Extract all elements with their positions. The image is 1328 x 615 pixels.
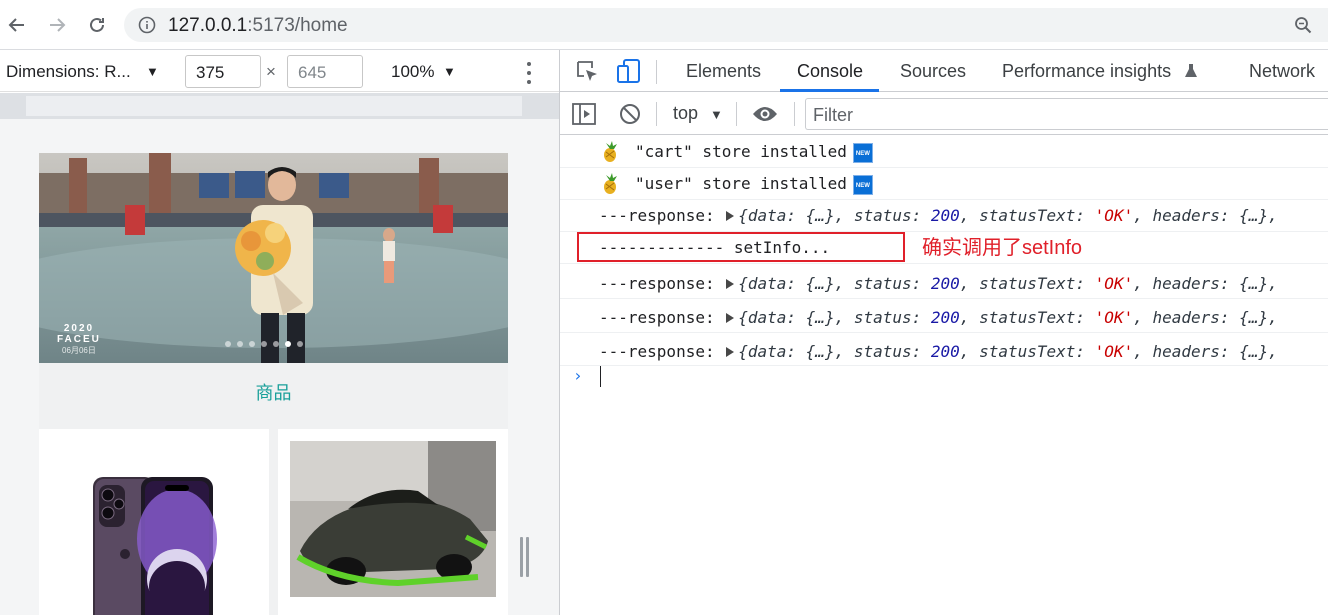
- tab-network[interactable]: Network: [1249, 61, 1315, 82]
- more-options-icon[interactable]: [520, 60, 538, 86]
- console-message: "user" store installed NEW: [560, 168, 1328, 200]
- phone-product-image: [93, 477, 217, 615]
- banner-carousel[interactable]: 2020 FACEU 06月06日: [39, 153, 508, 363]
- console-toolbar: top ▼ Filter: [560, 93, 1328, 135]
- zoom-icon[interactable]: [1294, 16, 1312, 39]
- banner-watermark: 2020 FACEU 06月06日: [57, 323, 101, 355]
- product-card[interactable]: [278, 429, 508, 615]
- sidebar-toggle-icon[interactable]: [572, 103, 596, 130]
- browser-toolbar: 127.0.0.1:5173/home: [0, 0, 1328, 50]
- console-message[interactable]: ---response: {data: {…}, status: 200, st…: [560, 299, 1328, 333]
- annotation-highlight-box: [577, 232, 905, 262]
- carousel-dot[interactable]: [273, 341, 279, 347]
- filter-input[interactable]: Filter: [805, 98, 1328, 130]
- viewport-resize-handle[interactable]: [518, 537, 530, 577]
- url-text: 127.0.0.1:5173/home: [168, 15, 348, 36]
- reload-icon[interactable]: [84, 12, 110, 38]
- expand-triangle-icon[interactable]: [726, 211, 735, 221]
- carousel-dot-active[interactable]: [285, 341, 291, 347]
- live-expression-eye-icon[interactable]: [752, 105, 778, 128]
- category-title: 商品: [255, 383, 292, 403]
- experiment-flask-icon: [1184, 63, 1198, 84]
- banner-photo: [39, 153, 508, 363]
- forward-icon[interactable]: [44, 12, 70, 38]
- expand-triangle-icon[interactable]: [726, 279, 735, 289]
- dimensions-chevron-down-icon[interactable]: ▼: [146, 64, 159, 79]
- console-input[interactable]: [600, 366, 601, 387]
- back-icon[interactable]: [4, 12, 30, 38]
- carousel-dot[interactable]: [261, 341, 267, 347]
- tab-performance-insights[interactable]: Performance insights: [1002, 61, 1171, 82]
- zoom-chevron-down-icon[interactable]: ▼: [443, 64, 456, 79]
- active-tab-indicator: [780, 89, 879, 92]
- new-badge-icon: NEW: [852, 174, 873, 195]
- dimension-separator: ×: [266, 62, 276, 81]
- carousel-dot[interactable]: [237, 341, 243, 347]
- console-message[interactable]: ---response: {data: {…}, status: 200, st…: [560, 264, 1328, 299]
- console-output: "cart" store installed NEW "user" store i…: [560, 136, 1328, 615]
- pineapple-icon: [600, 173, 622, 199]
- tab-elements[interactable]: Elements: [686, 61, 761, 82]
- console-message: "cart" store installed NEW: [560, 136, 1328, 168]
- address-bar[interactable]: 127.0.0.1:5173/home: [124, 8, 1328, 42]
- app-page: 2020 FACEU 06月06日 商品: [39, 153, 508, 615]
- dimensions-select[interactable]: Dimensions: R...: [6, 62, 131, 82]
- expand-triangle-icon[interactable]: [726, 313, 735, 323]
- devtools-panel: Elements Console Sources Performance ins…: [559, 50, 1328, 615]
- carousel-indicator[interactable]: [225, 341, 303, 347]
- annotation-text: 确实调用了setInfo: [922, 237, 1083, 259]
- carousel-dot[interactable]: [225, 341, 231, 347]
- context-chevron-down-icon[interactable]: ▼: [710, 107, 723, 122]
- carousel-dot[interactable]: [249, 341, 255, 347]
- console-message[interactable]: ---response: {data: {…}, status: 200, st…: [560, 333, 1328, 366]
- product-card[interactable]: [39, 429, 269, 615]
- device-toolbar: Dimensions: R... ▼ 375 × 645 100% ▼: [0, 50, 559, 92]
- expand-triangle-icon[interactable]: [726, 347, 735, 357]
- inspect-element-icon[interactable]: [574, 58, 600, 89]
- carousel-dot[interactable]: [297, 341, 303, 347]
- console-message[interactable]: ---response: {data: {…}, status: 200, st…: [560, 200, 1328, 232]
- new-badge-icon: NEW: [852, 142, 873, 163]
- car-product-image: [290, 441, 496, 597]
- site-info-icon[interactable]: [138, 16, 156, 39]
- media-query-ruler[interactable]: [0, 93, 559, 119]
- zoom-select[interactable]: 100%: [391, 62, 434, 82]
- height-input[interactable]: 645: [287, 55, 363, 88]
- device-toolbar-toggle-icon[interactable]: [616, 58, 642, 89]
- width-input[interactable]: 375: [185, 55, 261, 88]
- clear-console-icon[interactable]: [619, 103, 641, 130]
- console-prompt-icon: ›: [573, 366, 583, 385]
- tab-console[interactable]: Console: [797, 61, 863, 82]
- device-viewport: 2020 FACEU 06月06日 商品: [0, 119, 559, 615]
- tab-sources[interactable]: Sources: [900, 61, 966, 82]
- pineapple-icon: [600, 141, 622, 167]
- context-select[interactable]: top: [673, 103, 698, 124]
- devtools-tabbar: Elements Console Sources Performance ins…: [560, 50, 1328, 92]
